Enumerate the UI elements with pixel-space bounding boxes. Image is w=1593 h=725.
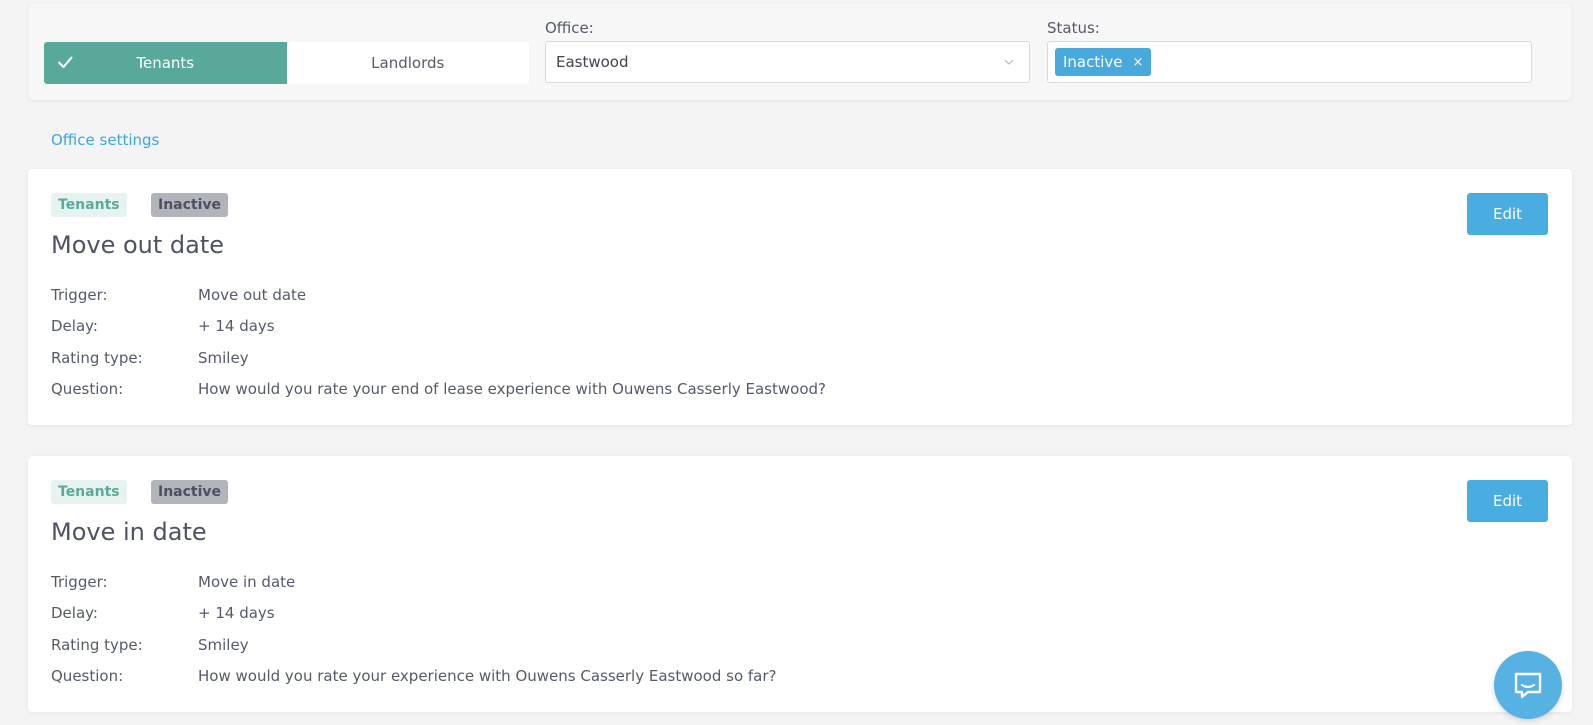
office-select[interactable]: Eastwood bbox=[545, 41, 1030, 83]
detail-key: Trigger: bbox=[51, 286, 108, 304]
audience-segmented-control: Tenants Landlords bbox=[44, 42, 529, 84]
status-tag-inactive: Inactive × bbox=[1055, 48, 1152, 76]
detail-value: How would you rate your experience with … bbox=[198, 667, 777, 685]
remove-tag-icon[interactable]: × bbox=[1133, 55, 1144, 70]
chevron-down-icon bbox=[1004, 59, 1014, 65]
detail-key: Delay: bbox=[51, 604, 98, 622]
survey-card: Tenants Inactive Move in date Edit Trigg… bbox=[28, 456, 1572, 712]
survey-card: Tenants Inactive Move out date Edit Trig… bbox=[28, 169, 1572, 425]
detail-value: Smiley bbox=[198, 636, 249, 654]
card-title: Move in date bbox=[51, 518, 207, 546]
status-multiselect[interactable]: Inactive × bbox=[1047, 41, 1532, 83]
segment-tenants-label: Tenants bbox=[136, 54, 195, 72]
office-select-value: Eastwood bbox=[556, 53, 629, 71]
office-label: Office: bbox=[545, 19, 594, 37]
audience-badge: Tenants bbox=[51, 193, 127, 217]
detail-value: + 14 days bbox=[198, 604, 275, 622]
chat-launcher-button[interactable] bbox=[1494, 651, 1562, 719]
audience-badge: Tenants bbox=[51, 480, 127, 504]
segment-tenants[interactable]: Tenants bbox=[44, 42, 287, 84]
status-badge: Inactive bbox=[151, 193, 229, 217]
detail-key: Rating type: bbox=[51, 349, 143, 367]
detail-value: Move out date bbox=[198, 286, 307, 304]
detail-key: Rating type: bbox=[51, 636, 143, 654]
filter-bar: Tenants Landlords Office: Eastwood Statu… bbox=[28, 4, 1572, 100]
check-icon bbox=[58, 56, 73, 68]
segment-landlords-label: Landlords bbox=[371, 54, 445, 72]
status-tag-label: Inactive bbox=[1063, 53, 1123, 71]
chat-bubble-icon bbox=[1514, 672, 1542, 699]
detail-value: Move in date bbox=[198, 573, 296, 591]
detail-key: Delay: bbox=[51, 317, 98, 335]
edit-button[interactable]: Edit bbox=[1467, 193, 1548, 235]
status-label: Status: bbox=[1047, 19, 1100, 37]
detail-key: Trigger: bbox=[51, 573, 108, 591]
detail-value: + 14 days bbox=[198, 317, 275, 335]
status-badge: Inactive bbox=[151, 480, 229, 504]
detail-key: Question: bbox=[51, 380, 124, 398]
detail-key: Question: bbox=[51, 667, 124, 685]
detail-value: Smiley bbox=[198, 349, 249, 367]
edit-button[interactable]: Edit bbox=[1467, 480, 1548, 522]
segment-landlords[interactable]: Landlords bbox=[287, 42, 530, 84]
detail-value: How would you rate your end of lease exp… bbox=[198, 380, 826, 398]
office-settings-link[interactable]: Office settings bbox=[51, 131, 159, 149]
card-title: Move out date bbox=[51, 231, 225, 259]
